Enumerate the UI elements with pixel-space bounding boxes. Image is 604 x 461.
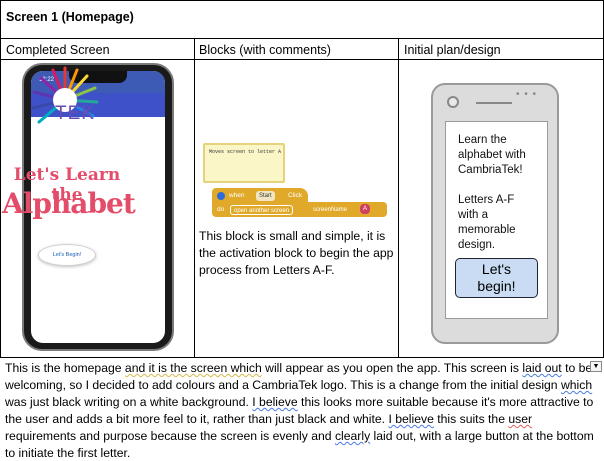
para-seg-14: clearly xyxy=(334,429,371,443)
chevron-down-icon[interactable]: ▼ xyxy=(590,361,602,372)
sketch-line-1: Learn the xyxy=(458,134,507,146)
block-event-label: Click xyxy=(288,192,303,199)
sketch-line-3: CambriaTek! xyxy=(458,164,523,176)
para-seg-1: This is the homepage xyxy=(5,361,125,375)
dots-icon: • • • xyxy=(516,89,538,100)
block-param: screenName xyxy=(310,205,351,215)
column-header-blocks: Blocks (with comments) xyxy=(199,43,331,57)
sketch-line-7: design. xyxy=(458,239,496,251)
para-seg-7: was just black writing on a white backgr… xyxy=(5,395,253,409)
table-border-left xyxy=(0,0,1,358)
description-paragraph[interactable]: This is the homepage and it is the scree… xyxy=(5,360,601,461)
table-border-title xyxy=(0,38,604,39)
speaker-icon xyxy=(476,102,512,104)
para-seg-3: will appear as you open the app. This sc… xyxy=(261,361,523,375)
tek-logo-icon xyxy=(31,66,99,124)
app-screen-title: Screen1 xyxy=(44,28,78,38)
headline-alphabet: Alphabet xyxy=(2,187,136,220)
table-border-bottom xyxy=(0,357,604,358)
para-seg-12: user xyxy=(508,412,533,426)
sketch-line-2: alphabet with xyxy=(458,149,526,161)
block-value: A xyxy=(360,204,371,214)
sketch-button-line-1: Let's xyxy=(481,261,512,277)
para-seg-6: which xyxy=(560,378,593,392)
table-border-header xyxy=(0,59,604,60)
para-seg-8: I believe xyxy=(252,395,298,409)
table-border-top xyxy=(0,0,604,1)
para-seg-11: this suits the xyxy=(433,412,509,426)
block-when-label: when xyxy=(229,192,245,199)
sketch-line-5: with a xyxy=(458,209,489,221)
lets-begin-button[interactable]: Let's Begin! xyxy=(38,244,96,266)
table-divider-2 xyxy=(398,38,399,358)
block-do-label: do xyxy=(217,206,225,213)
para-seg-2: and it is the screen which xyxy=(124,361,262,375)
gear-icon xyxy=(217,192,225,200)
para-seg-13: requirements and purpose because the scr… xyxy=(5,429,335,443)
sketch-line-6: memorable xyxy=(458,224,516,236)
block-comment-text: Moves screen to letter A xyxy=(209,149,282,155)
column-header-plan: Initial plan/design xyxy=(404,43,501,57)
camera-icon xyxy=(447,96,459,108)
para-seg-10: I believe xyxy=(388,412,434,426)
para-seg-4: laid out xyxy=(522,361,562,375)
document-title: Screen 1 (Homepage) xyxy=(6,10,134,24)
sketch-button-line-2: begin! xyxy=(477,278,516,294)
block-start-component: Start xyxy=(256,191,275,201)
column-header-completed: Completed Screen xyxy=(6,43,110,57)
block-action: open another screen xyxy=(230,205,294,215)
block-comment: Moves screen to letter A xyxy=(203,143,285,183)
tek-logo-text: TEK xyxy=(55,103,95,124)
blocks-caption: This block is small and simple, it is th… xyxy=(199,229,394,277)
sketch-line-4: Letters A-F xyxy=(458,194,515,206)
sketch-begin-button: Let's begin! xyxy=(455,258,538,298)
table-divider-1 xyxy=(194,38,195,358)
app-menu-icon xyxy=(120,28,129,37)
